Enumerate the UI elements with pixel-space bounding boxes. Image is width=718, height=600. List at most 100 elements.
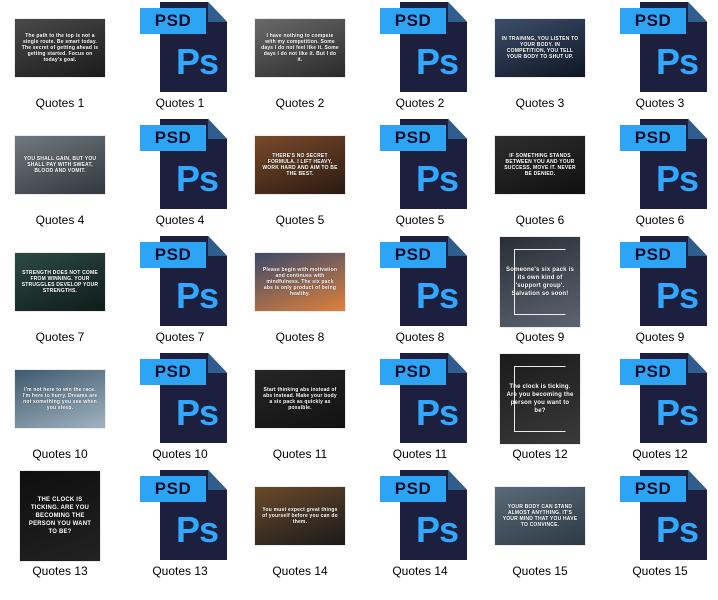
- psd-file-icon: PSD Ps: [380, 236, 467, 328]
- photoshop-logo-text: Ps: [175, 158, 219, 199]
- psd-banner-label: PSD: [620, 476, 686, 502]
- file-item-psd[interactable]: PSD Ps Quotes 7: [120, 234, 240, 351]
- psd-file-icon: PSD Ps: [380, 119, 467, 211]
- image-thumbnail: Someone's six pack is its own kind of 's…: [500, 237, 580, 327]
- file-item-image[interactable]: Someone's six pack is its own kind of 's…: [480, 234, 600, 351]
- file-thumbnail-box: THERE'S NO SECRET FORMULA. I LIFT HEAVY,…: [240, 117, 360, 213]
- file-thumbnail-box: Please begin with motivation and continu…: [240, 234, 360, 330]
- psd-banner-label: PSD: [380, 125, 446, 151]
- file-item-psd[interactable]: PSD Ps Quotes 12: [600, 351, 718, 468]
- photoshop-logo-text: Ps: [175, 41, 219, 82]
- image-thumbnail: Please begin with motivation and continu…: [255, 253, 345, 311]
- file-thumbnail-box: PSD Ps: [120, 234, 240, 330]
- photoshop-logo-text: Ps: [415, 158, 459, 199]
- psd-banner-label: PSD: [140, 242, 206, 268]
- file-thumbnail-box: PSD Ps: [120, 117, 240, 213]
- psd-banner-label: PSD: [620, 8, 686, 34]
- file-item-psd[interactable]: PSD Ps Quotes 2: [360, 0, 480, 117]
- file-thumbnail-box: IN TRAINING, YOU LISTEN TO YOUR BODY. IN…: [480, 0, 600, 96]
- psd-file-icon: PSD Ps: [380, 2, 467, 94]
- psd-banner-label: PSD: [140, 125, 206, 151]
- file-item-image[interactable]: Start thinking abs instead of abs instea…: [240, 351, 360, 468]
- file-thumbnail-box: I have nothing to compete with my compet…: [240, 0, 360, 96]
- file-name-label: Quotes 3: [515, 96, 565, 110]
- file-name-label: Quotes 14: [272, 564, 328, 578]
- file-item-psd[interactable]: PSD Ps Quotes 8: [360, 234, 480, 351]
- quote-text: You must expect great things of yourself…: [262, 507, 338, 525]
- psd-banner-label: PSD: [620, 359, 686, 385]
- image-thumbnail: I have nothing to compete with my compet…: [255, 19, 345, 77]
- file-thumbnail-box: PSD Ps: [360, 234, 480, 330]
- photoshop-logo-text: Ps: [175, 392, 219, 433]
- file-item-psd[interactable]: PSD Ps Quotes 6: [600, 117, 718, 234]
- file-thumbnail-box: PSD Ps: [120, 0, 240, 96]
- file-item-image[interactable]: THERE'S NO SECRET FORMULA. I LIFT HEAVY,…: [240, 117, 360, 234]
- psd-banner-label: PSD: [140, 476, 206, 502]
- file-item-psd[interactable]: PSD Ps Quotes 15: [600, 468, 718, 585]
- photoshop-logo-text: Ps: [415, 509, 459, 550]
- file-item-psd[interactable]: PSD Ps Quotes 14: [360, 468, 480, 585]
- file-thumbnail-box: The path to the top is not a single rout…: [0, 0, 120, 96]
- psd-file-icon: PSD Ps: [140, 119, 227, 211]
- file-item-image[interactable]: I have nothing to compete with my compet…: [240, 0, 360, 117]
- file-name-label: Quotes 11: [392, 447, 448, 461]
- file-item-image[interactable]: You must expect great things of yourself…: [240, 468, 360, 585]
- psd-file-icon: PSD Ps: [620, 2, 707, 94]
- psd-file-icon: PSD Ps: [380, 353, 467, 445]
- file-name-label: Quotes 14: [392, 564, 448, 578]
- file-item-image[interactable]: STRENGTH DOES NOT COME FROM WINNING. YOU…: [0, 234, 120, 351]
- psd-file-icon: PSD Ps: [620, 470, 707, 562]
- photoshop-logo-text: Ps: [175, 509, 219, 550]
- file-item-image[interactable]: The path to the top is not a single rout…: [0, 0, 120, 117]
- file-item-image[interactable]: The clock is ticking. Are you becoming t…: [480, 351, 600, 468]
- image-thumbnail: You must expect great things of yourself…: [255, 487, 345, 545]
- photoshop-logo-text: Ps: [415, 41, 459, 82]
- file-name-label: Quotes 10: [152, 447, 208, 461]
- file-thumbnail-box: The clock is ticking. Are you becoming t…: [480, 351, 600, 447]
- file-item-psd[interactable]: PSD Ps Quotes 11: [360, 351, 480, 468]
- file-item-psd[interactable]: PSD Ps Quotes 9: [600, 234, 718, 351]
- psd-file-icon: PSD Ps: [140, 2, 227, 94]
- file-name-label: Quotes 6: [635, 213, 685, 227]
- psd-file-icon: PSD Ps: [140, 470, 227, 562]
- file-thumbnail-box: PSD Ps: [600, 468, 718, 564]
- quote-text: THERE'S NO SECRET FORMULA. I LIFT HEAVY,…: [262, 153, 338, 177]
- file-item-psd[interactable]: PSD Ps Quotes 5: [360, 117, 480, 234]
- file-item-image[interactable]: IF SOMETHING STANDS BETWEEN YOU AND YOUR…: [480, 117, 600, 234]
- file-item-psd[interactable]: PSD Ps Quotes 4: [120, 117, 240, 234]
- file-thumbnail-box: PSD Ps: [600, 117, 718, 213]
- file-item-psd[interactable]: PSD Ps Quotes 3: [600, 0, 718, 117]
- file-item-image[interactable]: YOU SHALL GAIN, BUT YOU SHALL PAY WITH S…: [0, 117, 120, 234]
- file-name-label: Quotes 10: [32, 447, 88, 461]
- image-thumbnail: Start thinking abs instead of abs instea…: [255, 370, 345, 428]
- file-name-label: Quotes 9: [515, 330, 565, 344]
- file-item-psd[interactable]: PSD Ps Quotes 1: [120, 0, 240, 117]
- file-item-image[interactable]: I'm not here to win the race. I'm here t…: [0, 351, 120, 468]
- file-name-label: Quotes 4: [35, 213, 85, 227]
- file-item-image[interactable]: YOUR BODY CAN STAND ALMOST ANYTHING. IT'…: [480, 468, 600, 585]
- psd-banner-label: PSD: [620, 125, 686, 151]
- photoshop-logo-text: Ps: [655, 392, 699, 433]
- image-thumbnail: STRENGTH DOES NOT COME FROM WINNING. YOU…: [15, 253, 105, 311]
- quote-text: YOU SHALL GAIN, BUT YOU SHALL PAY WITH S…: [23, 156, 97, 174]
- file-thumbnail-box: PSD Ps: [120, 468, 240, 564]
- file-thumbnail-box: PSD Ps: [120, 351, 240, 447]
- file-thumbnail-box: STRENGTH DOES NOT COME FROM WINNING. YOU…: [0, 234, 120, 330]
- file-name-label: Quotes 7: [155, 330, 205, 344]
- file-name-label: Quotes 1: [35, 96, 85, 110]
- psd-file-icon: PSD Ps: [140, 236, 227, 328]
- quote-frame-decoration: [514, 366, 566, 432]
- image-thumbnail: IF SOMETHING STANDS BETWEEN YOU AND YOUR…: [495, 136, 585, 194]
- file-item-psd[interactable]: PSD Ps Quotes 10: [120, 351, 240, 468]
- psd-banner-label: PSD: [620, 242, 686, 268]
- image-thumbnail: YOUR BODY CAN STAND ALMOST ANYTHING. IT'…: [495, 487, 585, 545]
- file-item-image[interactable]: IN TRAINING, YOU LISTEN TO YOUR BODY. IN…: [480, 0, 600, 117]
- file-item-image[interactable]: THE CLOCK IS TICKING. ARE YOU BECOMING T…: [0, 468, 120, 585]
- file-item-psd[interactable]: PSD Ps Quotes 13: [120, 468, 240, 585]
- file-item-image[interactable]: Please begin with motivation and continu…: [240, 234, 360, 351]
- psd-file-icon: PSD Ps: [140, 353, 227, 445]
- file-thumbnail-box: I'm not here to win the race. I'm here t…: [0, 351, 120, 447]
- file-thumbnail-box: PSD Ps: [600, 0, 718, 96]
- file-name-label: Quotes 7: [35, 330, 85, 344]
- file-name-label: Quotes 2: [395, 96, 445, 110]
